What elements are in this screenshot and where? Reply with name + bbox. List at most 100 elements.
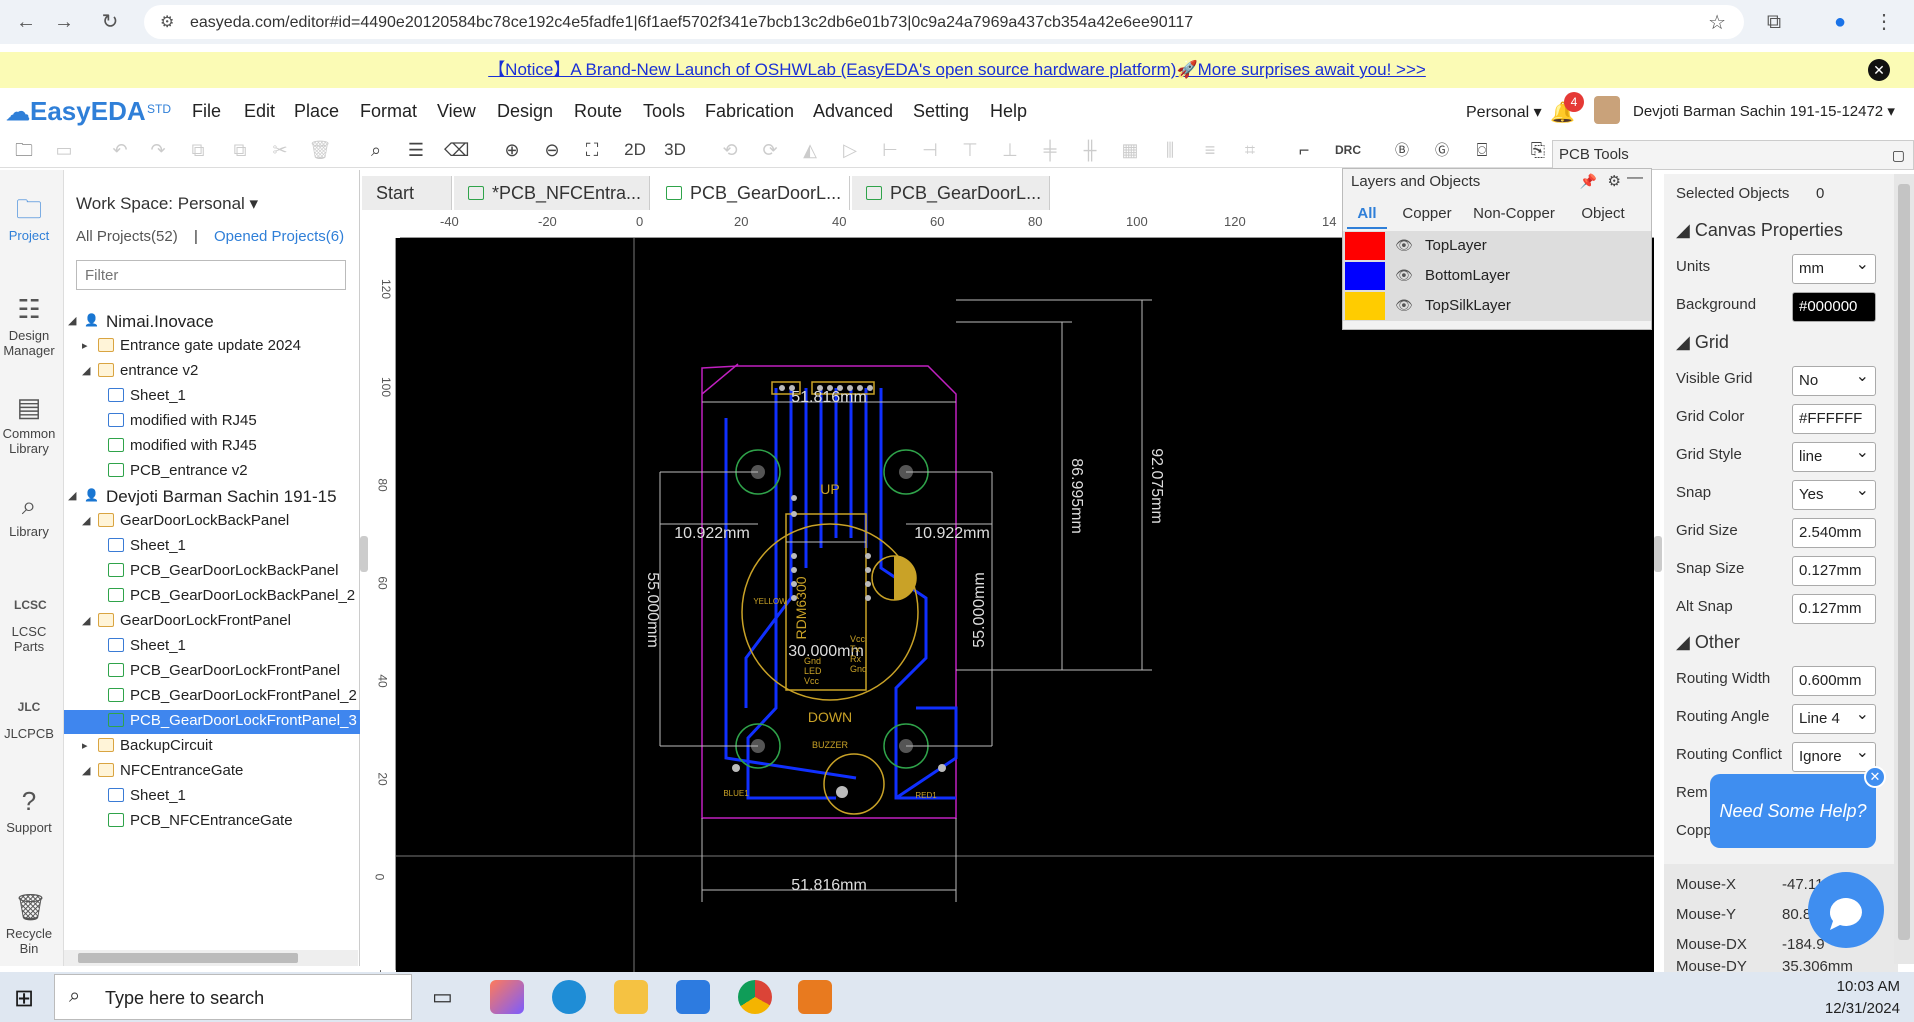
edge-icon[interactable]	[552, 980, 586, 1014]
tree-file[interactable]: PCB_GearDoorLockFrontPanel_2	[64, 685, 360, 709]
all-projects-link[interactable]: All Projects(52)	[76, 228, 178, 245]
eye-icon[interactable]: 👁	[1395, 297, 1413, 314]
reload-icon[interactable]: ↻	[98, 10, 122, 34]
rail-jlcpcb[interactable]: JLC JLCPCB	[0, 692, 58, 741]
delete-icon[interactable]: 🗑	[308, 138, 332, 162]
layer-color-swatch[interactable]	[1345, 292, 1385, 320]
view-2d-button[interactable]: 2D	[620, 138, 650, 162]
expand-toggle-icon[interactable]: ◢	[82, 614, 90, 627]
grid-style-select[interactable]: line	[1792, 442, 1876, 472]
group-icon[interactable]: ⌗	[1238, 138, 1262, 162]
chrome-icon[interactable]	[738, 980, 772, 1014]
layer-row-top[interactable]: 👁 TopLayer	[1343, 231, 1651, 261]
routing-width-input[interactable]: 0.600mm	[1792, 666, 1876, 696]
menu-file[interactable]: File	[192, 101, 221, 122]
tree-file[interactable]: Sheet_1	[64, 635, 360, 659]
tree-folder[interactable]: ◢ NFCEntranceGate	[64, 760, 360, 784]
menu-edit[interactable]: Edit	[244, 101, 275, 122]
tree-folder[interactable]: ◢ GearDoorLockFrontPanel	[64, 610, 360, 634]
bom-icon[interactable]: Ⓑ	[1390, 138, 1414, 162]
menu-help[interactable]: Help	[990, 101, 1027, 122]
routing-angle-select[interactable]: Line 4	[1792, 704, 1876, 734]
tree-file[interactable]: PCB_NFCEntranceGate	[64, 810, 360, 834]
tree-file[interactable]: PCB_GearDoorLockFrontPanel	[64, 660, 360, 684]
scrollbar-thumb[interactable]	[78, 953, 298, 963]
gear-icon[interactable]: ⚙	[1608, 172, 1621, 190]
tab-start[interactable]: Start	[362, 176, 452, 210]
gerber-icon[interactable]: Ⓖ	[1430, 138, 1454, 162]
tree-folder[interactable]: ▸ BackupCircuit	[64, 735, 360, 759]
align-middle-icon[interactable]: ╫	[1078, 138, 1102, 162]
find-list-icon[interactable]: ☰	[404, 138, 428, 162]
forward-icon[interactable]: →	[52, 10, 76, 34]
flip-horizontal-icon[interactable]: ◭	[798, 138, 822, 162]
menu-view[interactable]: View	[437, 101, 476, 122]
layers-tab-non-copper[interactable]: Non-Copper	[1467, 199, 1561, 229]
distribute-v-icon[interactable]: ≡	[1198, 138, 1222, 162]
tree-folder[interactable]: ◢ GearDoorLockBackPanel	[64, 510, 360, 534]
back-icon[interactable]: ←	[14, 10, 38, 34]
open-folder-icon[interactable]: 🗀	[12, 138, 36, 162]
layer-row-bottom[interactable]: 👁 BottomLayer	[1343, 261, 1651, 291]
menu-fabrication[interactable]: Fabrication	[705, 101, 794, 122]
cut-icon[interactable]: ✂	[268, 138, 292, 162]
tab-pcb-gear-active[interactable]: PCB_GearDoorL...	[652, 176, 850, 210]
units-select[interactable]: mm	[1792, 254, 1876, 284]
close-icon[interactable]: ✕	[1864, 766, 1886, 788]
tree-folder[interactable]: ▸ Entrance gate update 2024	[64, 335, 360, 359]
tab-pcb-nfc[interactable]: *PCB_NFCEntra...	[454, 176, 650, 210]
chat-button[interactable]	[1808, 872, 1884, 948]
expand-toggle-icon[interactable]: ◢	[68, 489, 76, 502]
paste-icon[interactable]: ⧉	[228, 138, 252, 162]
zoom-in-icon[interactable]: ⊕	[500, 138, 524, 162]
tree-user-node[interactable]: ◢ 👤 Nimai.Inovace	[64, 310, 360, 334]
tree-user-node[interactable]: ◢ 👤 Devjoti Barman Sachin 191-15	[64, 485, 360, 509]
align-top-icon[interactable]: ⊤	[958, 138, 982, 162]
view-3d-button[interactable]: 3D	[660, 138, 690, 162]
snap-size-input[interactable]: 0.127mm	[1792, 556, 1876, 586]
clear-icon[interactable]: ⌫	[444, 138, 469, 162]
expand-toggle-icon[interactable]: ▸	[82, 339, 88, 352]
grid-heading[interactable]: ◢ Grid	[1676, 332, 1729, 353]
flip-vertical-icon[interactable]: ▷	[838, 138, 862, 162]
menu-design[interactable]: Design	[497, 101, 553, 122]
horizontal-scrollbar[interactable]	[64, 950, 358, 966]
grid-size-input[interactable]: 2.540mm	[1792, 518, 1876, 548]
workspace-selector[interactable]: Work Space: Personal ▾	[76, 194, 258, 214]
filter-input[interactable]	[76, 260, 346, 290]
photo-view-icon[interactable]: ⌼	[1470, 138, 1494, 162]
tree-file[interactable]: modified with RJ45	[64, 410, 360, 434]
import-icon[interactable]: ⎘	[1526, 138, 1550, 162]
menu-tools[interactable]: Tools	[643, 101, 685, 122]
extensions-icon[interactable]: ⧉	[1762, 10, 1786, 34]
tab-pcb-gear[interactable]: PCB_GearDoorL...	[852, 176, 1050, 210]
alt-snap-input[interactable]: 0.127mm	[1792, 594, 1876, 624]
tree-folder[interactable]: ◢ entrance v2	[64, 360, 360, 384]
minimize-icon[interactable]: —	[1627, 169, 1643, 187]
search-icon[interactable]: ⌕	[364, 138, 388, 162]
rail-recycle-bin[interactable]: 🗑 Recycle Bin	[0, 892, 58, 956]
maximize-icon[interactable]: ▢	[1892, 141, 1905, 169]
layer-color-swatch[interactable]	[1345, 262, 1385, 290]
store-icon[interactable]	[676, 980, 710, 1014]
file-explorer-icon[interactable]	[614, 980, 648, 1014]
expand-toggle-icon[interactable]: ◢	[82, 514, 90, 527]
avatar[interactable]	[1594, 96, 1620, 124]
eye-icon[interactable]: 👁	[1395, 237, 1413, 254]
grid-color-input[interactable]: #FFFFFF	[1792, 404, 1876, 434]
tree-file[interactable]: Sheet_1	[64, 785, 360, 809]
layers-tab-copper[interactable]: Copper	[1397, 199, 1457, 229]
help-bubble[interactable]: Need Some Help?	[1710, 774, 1876, 848]
routing-conflict-select[interactable]: Ignore	[1792, 742, 1876, 772]
pin-icon[interactable]: 📌	[1580, 173, 1597, 190]
tree-file[interactable]: Sheet_1	[64, 385, 360, 409]
layer-color-swatch[interactable]	[1345, 232, 1385, 260]
close-icon[interactable]: ✕	[1868, 59, 1890, 81]
rail-library[interactable]: ⌕ Library	[0, 490, 58, 539]
visible-grid-select[interactable]: No	[1792, 366, 1876, 396]
copilot-icon[interactable]	[490, 980, 524, 1014]
tree-file[interactable]: PCB_GearDoorLockBackPanel	[64, 560, 360, 584]
eye-icon[interactable]: 👁	[1395, 267, 1413, 284]
background-color-input[interactable]: #000000	[1792, 292, 1876, 322]
properties-scrollbar[interactable]	[1894, 174, 1914, 964]
